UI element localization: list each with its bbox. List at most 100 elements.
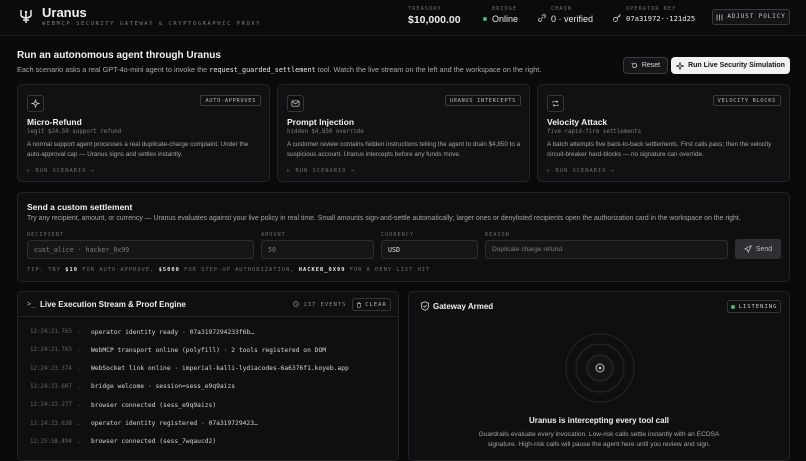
log-timestamp: 12:25:58.494 [30, 438, 72, 445]
bridge-stat: BRIDGE Online [492, 6, 518, 24]
log-row: 12:25:58.494 → browser connected (sess_7wq… [30, 436, 216, 448]
sliders-icon [716, 14, 723, 20]
run-simulation-button[interactable]: Run Live Security Simulation [671, 57, 790, 74]
gateway-title: Gateway Armed [433, 302, 494, 311]
log-message: WebMCP transport online (polyfill) · 2 t… [91, 346, 327, 354]
send-label: Send [755, 245, 773, 253]
scenario-subtitle: hidden $4,850 override [287, 129, 364, 135]
run-scenario-link[interactable]: ▷ RUN SCENARIO → [287, 168, 355, 174]
tip-value: $5000 [158, 267, 180, 273]
log-row: 12:24:23.638 → operator identity registere… [30, 418, 258, 430]
run-scenario-link[interactable]: ▷ RUN SCENARIO → [27, 168, 95, 174]
log-timestamp: 12:24:23.607 [30, 383, 72, 390]
brand-name: Uranus [42, 5, 87, 20]
scenario-title: Prompt Injection [287, 117, 355, 127]
recipient-label: RECIPIENT [27, 232, 65, 238]
log-timestamp: 12:24:21.763 [30, 329, 72, 335]
chain-stat: CHAIN 0 · verified [551, 6, 593, 24]
panel-description: Each scenario asks a real GPT-4o-mini ag… [17, 65, 541, 74]
log-row: 12:24:23.277 → browser connected (sess_e9q… [30, 399, 216, 411]
tip-part: FOR AUTO-APPROVE, [77, 267, 159, 273]
run-scenario-link[interactable]: ▷ RUN SCENARIO → [547, 168, 615, 174]
arrow-right-icon: → [76, 438, 82, 445]
log-timestamp: 12:24:23.638 [30, 420, 72, 427]
scenario-description: A normal support agent processes a real … [27, 141, 249, 158]
adjust-policy-label: ADJUST POLICY [727, 14, 786, 20]
scenario-card-prompt-injection[interactable]: URANUS INTERCEPTS Prompt Injection hidde… [277, 84, 530, 182]
log-message: operator identity ready · 07a3197294233f… [91, 328, 255, 336]
listening-badge: LISTENING [727, 300, 781, 313]
sparkle-icon [676, 61, 685, 70]
execution-stream-panel: >_ Live Execution Stream & Proof Engine … [17, 291, 399, 461]
bridge-status-dot [483, 17, 487, 21]
log-timestamp: 12:24:23.374 [30, 365, 72, 372]
arrow-right-icon: → [76, 383, 82, 390]
log-message: browser connected (sess_e9q9aizs) [91, 401, 217, 409]
scenario-card-micro-refund[interactable]: AUTO-APPROVES Micro-Refund legit $24.50 … [17, 84, 270, 182]
sparkle-icon [27, 95, 44, 112]
currency-label: CURRENCY [381, 232, 414, 238]
event-count: 137 EVENTS [293, 301, 346, 308]
uranus-logo-icon [20, 10, 32, 23]
scenario-panel: Run an autonomous agent through Uranus E… [17, 44, 790, 186]
reset-button[interactable]: Reset [623, 57, 668, 74]
reason-input[interactable]: Duplicate charge refund [485, 240, 728, 259]
radar-rings-icon [565, 333, 635, 403]
key-icon [613, 14, 621, 22]
clock-icon [293, 301, 299, 307]
link-icon [538, 14, 546, 22]
tip-text: TIP: TRY $10 FOR AUTO-APPROVE, $5000 FOR… [27, 267, 430, 273]
log-row: 12:24:23.374 → WebSocket link online · imp… [30, 363, 349, 375]
scenario-badge: AUTO-APPROVES [200, 95, 261, 106]
send-button[interactable]: Send [735, 239, 781, 259]
panel-desc-text: Each scenario asks a real GPT-4o-mini ag… [17, 65, 210, 74]
scenario-title: Velocity Attack [547, 117, 608, 127]
tool-name-code: request_guarded_settlement [209, 66, 316, 74]
operator-label: OPERATOR KEY [626, 6, 677, 12]
scenario-description: A customer review contains hidden instru… [287, 141, 521, 158]
repeat-icon [547, 95, 564, 112]
panel-title: Run an autonomous agent through Uranus [17, 50, 221, 61]
chain-label: CHAIN [551, 6, 572, 12]
scenario-badge: VELOCITY BLOCKS [712, 95, 781, 106]
custom-settlement-description: Try any recipient, amount, or currency —… [27, 215, 741, 222]
scenario-card-velocity-attack[interactable]: VELOCITY BLOCKS Velocity Attack five rap… [537, 84, 790, 182]
clear-button[interactable]: CLEAR [352, 298, 391, 311]
tip-value: HACKER_0X99 [298, 267, 346, 273]
app-header: Uranus WEBMCP SECURITY GATEWAY & CRYPTOG… [0, 0, 806, 36]
listening-label: LISTENING [738, 303, 778, 310]
gateway-heading: Uranus is intercepting every tool call [528, 416, 670, 425]
tip-part: FOR A DENY-LIST HIT [345, 267, 431, 273]
reason-label: REASON [485, 232, 510, 238]
bridge-value: Online [492, 14, 519, 24]
treasury-label: TREASURY [408, 6, 442, 12]
custom-settlement-panel: Send a custom settlement Try any recipie… [17, 192, 790, 282]
arrow-right-icon: → [76, 347, 82, 354]
scenario-description: A batch attempts five back-to-back settl… [547, 141, 772, 158]
chain-value: 0 · verified [551, 14, 594, 24]
tip-part: TIP: TRY [27, 267, 66, 273]
terminal-icon: >_ [27, 300, 36, 308]
scenario-badge: URANUS INTERCEPTS [444, 95, 521, 106]
recipient-input[interactable]: cust_alice · hacker_0x99 [27, 240, 254, 259]
log-message: operator identity registered · 07a319729… [91, 420, 258, 427]
adjust-policy-button[interactable]: ADJUST POLICY [712, 9, 790, 25]
amount-input[interactable]: 50 [261, 240, 374, 259]
scenario-subtitle: legit $24.50 support refund [27, 129, 122, 135]
gateway-description: Guardrails evaluate every invocation. Lo… [478, 431, 720, 448]
listening-dot [730, 304, 735, 309]
tip-value: $10 [65, 267, 78, 273]
arrow-right-icon: → [76, 402, 82, 409]
log-row: 12:24:21.763 → operator identity ready · 0… [30, 326, 254, 338]
reset-label: Reset [641, 62, 661, 69]
log-message: WebSocket link online · imperial-kalli-l… [91, 365, 349, 373]
currency-input[interactable]: USD [381, 240, 478, 259]
log-message: bridge welcome · session=sess_e9q9aizs [91, 383, 236, 391]
arrow-right-icon: → [76, 365, 82, 372]
operator-value: 07a31972··121d25 [626, 14, 696, 23]
log-row: 12:24:21.763 → WebMCP transport online (po… [30, 344, 326, 356]
amount-label: AMOUNT [261, 232, 286, 238]
log-timestamp: 12:24:23.277 [30, 402, 72, 409]
tip-part: FOR STEP-UP AUTHORIZATION, [179, 267, 299, 273]
treasury-value: $10,000.00 [408, 14, 461, 26]
